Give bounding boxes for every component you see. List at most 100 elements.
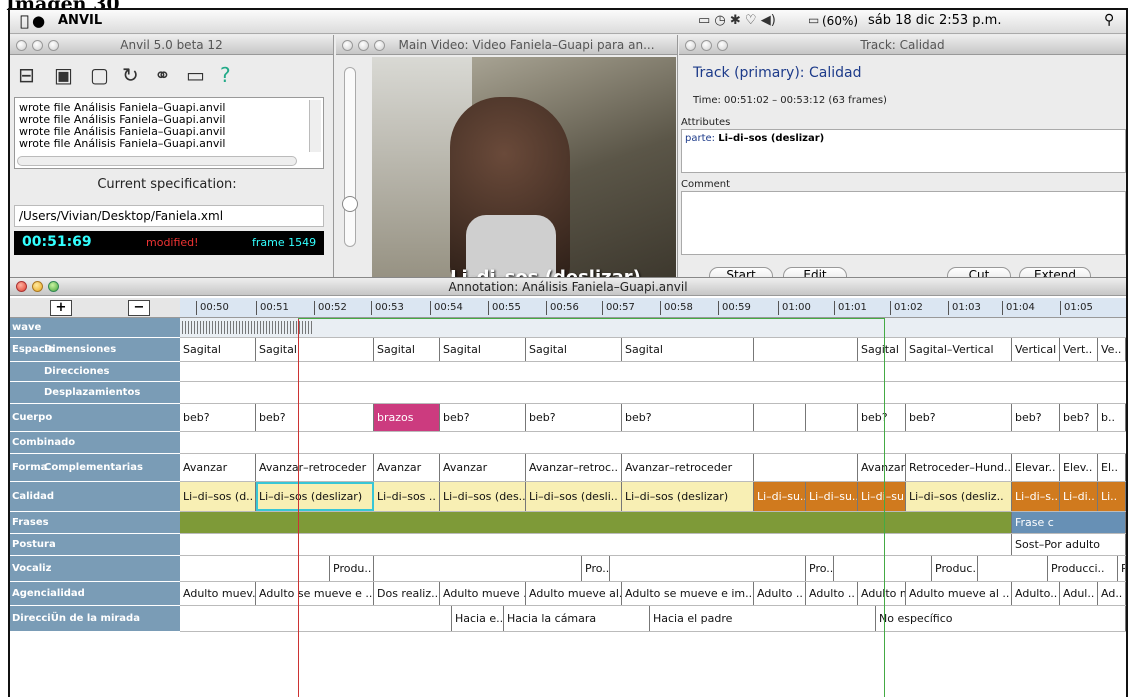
annotation-element[interactable]: beb? (622, 404, 754, 431)
time-ruler[interactable]: 00:50 00:51 00:52 00:53 00:54 00:55 00:56 00:57… (180, 298, 1126, 318)
app-menu[interactable]: ANVIL (58, 13, 102, 28)
annotation-element[interactable]: Avanzar (440, 454, 526, 481)
track-label[interactable]: Direcciones (10, 362, 180, 382)
annotation-element[interactable]: Li–di.. (1060, 482, 1098, 511)
annotation-element[interactable] (978, 556, 1048, 581)
annotation-element[interactable]: Producci.. (1048, 556, 1118, 581)
annotation-element[interactable]: Li–di–sos .. (374, 482, 440, 511)
annotation-element[interactable]: P (1118, 556, 1126, 581)
annotation-element[interactable]: Vert.. (1060, 338, 1098, 361)
annotation-element[interactable]: Adulto .. (806, 582, 858, 605)
save-icon[interactable]: ▣ (54, 63, 73, 87)
help-icon[interactable]: ? (220, 63, 231, 87)
annotation-element[interactable]: Dos realiz.. (374, 582, 440, 605)
annotation-element[interactable]: Li–di–sos (desliz.. (906, 482, 1012, 511)
close-button[interactable] (342, 40, 353, 51)
track-label[interactable]: Agencialidad (10, 582, 180, 606)
annotation-element[interactable]: Adulto.. (1012, 582, 1060, 605)
track-row[interactable] (180, 432, 1126, 454)
annotation-element[interactable] (180, 556, 330, 581)
track-row[interactable] (180, 318, 1126, 338)
annotation-element[interactable]: beb? (440, 404, 526, 431)
battery-status[interactable]: (60%) (822, 14, 858, 28)
annotation-element[interactable]: Sagital (858, 338, 906, 361)
track-row[interactable]: Adulto muev.. Adulto se mueve e .. Dos rea… (180, 582, 1126, 606)
track-area[interactable]: Sagital Sagital Sagital Sagital Sagital Sagit… (180, 318, 1126, 697)
annotation-element[interactable]: Adulto mueve al.. (526, 582, 622, 605)
minimize-button[interactable] (358, 40, 369, 51)
annotation-element[interactable]: Li–di–s.. (1012, 482, 1060, 511)
track-label[interactable]: Desplazamientos (10, 382, 180, 404)
close-button[interactable] (685, 40, 696, 51)
annotation-element[interactable]: Avanzar–retroc.. (526, 454, 622, 481)
track-row[interactable]: Avanzar Avanzar–retroceder Avanzar Avanzar A… (180, 454, 1126, 482)
annotation-element[interactable]: beb? (858, 404, 906, 431)
monitor-icon[interactable]: ▭ (186, 63, 205, 87)
annotation-element[interactable]: Sagital (622, 338, 754, 361)
annotation-element[interactable]: beb? (180, 404, 256, 431)
annotation-element[interactable]: beb? (1060, 404, 1098, 431)
annotation-element[interactable] (374, 556, 582, 581)
annotation-element[interactable]: Li–di–su.. (754, 482, 806, 511)
annotation-element[interactable]: Adulto mueve .. (440, 582, 526, 605)
annotation-element[interactable]: Li–di–sos (desli.. (526, 482, 622, 511)
annotation-element[interactable]: beb? (1012, 404, 1060, 431)
annotation-element[interactable]: Li–di–su.. (858, 482, 906, 511)
annotation-element[interactable]: Pro.. (582, 556, 610, 581)
status-icons[interactable]: ▭ ◷ ✱ ♡ ◀) (698, 13, 776, 28)
track-label[interactable]: Vocaliz (10, 556, 180, 582)
annotation-element[interactable]: Adulto se mueve e .. (256, 582, 374, 605)
annotation-element[interactable] (806, 404, 858, 431)
annotation-element[interactable]: El.. (1098, 454, 1126, 481)
open-folder-icon[interactable]: ⊟ (18, 63, 35, 87)
annotation-element[interactable] (754, 338, 858, 361)
annotation-element[interactable]: Hacia el padre (650, 606, 876, 631)
track-row[interactable]: Frase c (180, 512, 1126, 534)
annotation-element[interactable]: Avanzar–retroceder (622, 454, 754, 481)
annotation-element[interactable]: Produc.. (932, 556, 978, 581)
annotation-element[interactable]: Li–di–sos (deslizar) (256, 482, 374, 511)
volume-slider[interactable] (342, 67, 358, 247)
annotation-element[interactable]: beb? (256, 404, 374, 431)
apple-logo-icon[interactable]: ● (32, 12, 45, 30)
video-frame[interactable]: Li–di–sos (deslizar) (372, 57, 676, 293)
annotation-element[interactable]: beb? (906, 404, 1012, 431)
annotation-element[interactable]: beb? (526, 404, 622, 431)
annotation-element[interactable] (180, 606, 452, 631)
annotation-element[interactable]: Produ.. (330, 556, 374, 581)
annotation-element[interactable]: Adulto mueve al .. (906, 582, 1012, 605)
track-label[interactable]: DirecciÜn de la mirada (10, 606, 180, 632)
spotlight-search-icon[interactable]: ⚲ (1104, 12, 1114, 28)
comment-field[interactable] (681, 191, 1126, 255)
zoom-button[interactable] (48, 40, 59, 51)
track-label[interactable]: Combinado (10, 432, 180, 454)
annotation-element[interactable]: Li–di–sos (deslizar) (622, 482, 754, 511)
track-row[interactable]: beb? beb? brazos beb? beb? beb? beb? beb? beb? be… (180, 404, 1126, 432)
annotation-element[interactable]: Adulto muev.. (180, 582, 256, 605)
volume-slider-thumb[interactable] (342, 196, 358, 212)
minimize-button[interactable] (32, 281, 43, 292)
annotation-element[interactable]: Avanzar.. (858, 454, 906, 481)
annotation-element[interactable]: Vertical (1012, 338, 1060, 361)
annotation-element[interactable]: Sagital (256, 338, 374, 361)
track-label[interactable]: Cuerpo (10, 404, 180, 432)
track-row[interactable]: Produ.. Pro.. Pro.. Produc.. Producci..P (180, 556, 1126, 582)
close-button[interactable] (16, 40, 27, 51)
log-hscrollbar[interactable] (17, 156, 297, 166)
battery-icon[interactable]: ▭ (808, 13, 819, 27)
annotation-element[interactable]: Li–di–sos (des.. (440, 482, 526, 511)
remove-track-button[interactable]: − (128, 300, 150, 316)
new-file-icon[interactable]: ▢ (90, 63, 109, 87)
annotation-element[interactable]: Li–di–su.. (806, 482, 858, 511)
track-label[interactable]: Espacio Dimensiones (10, 338, 180, 362)
spec-path[interactable]: /Users/Vivian/Desktop/Faniela.xml (14, 205, 324, 227)
annotation-element[interactable] (610, 556, 806, 581)
track-row[interactable] (180, 362, 1126, 382)
track-row[interactable]: Li–di–sos (d.. Li–di–sos (deslizar) Li–di–… (180, 482, 1126, 512)
annotation-element[interactable]: Ad.. (1098, 582, 1126, 605)
annotation-element[interactable]: Hacia e.. (452, 606, 504, 631)
log-output[interactable]: wrote file Análisis Faniela–Guapi.anvil … (14, 97, 324, 169)
annotation-element[interactable]: b.. (1098, 404, 1126, 431)
annotation-element[interactable]: Sagital (374, 338, 440, 361)
zoom-button[interactable] (374, 40, 385, 51)
